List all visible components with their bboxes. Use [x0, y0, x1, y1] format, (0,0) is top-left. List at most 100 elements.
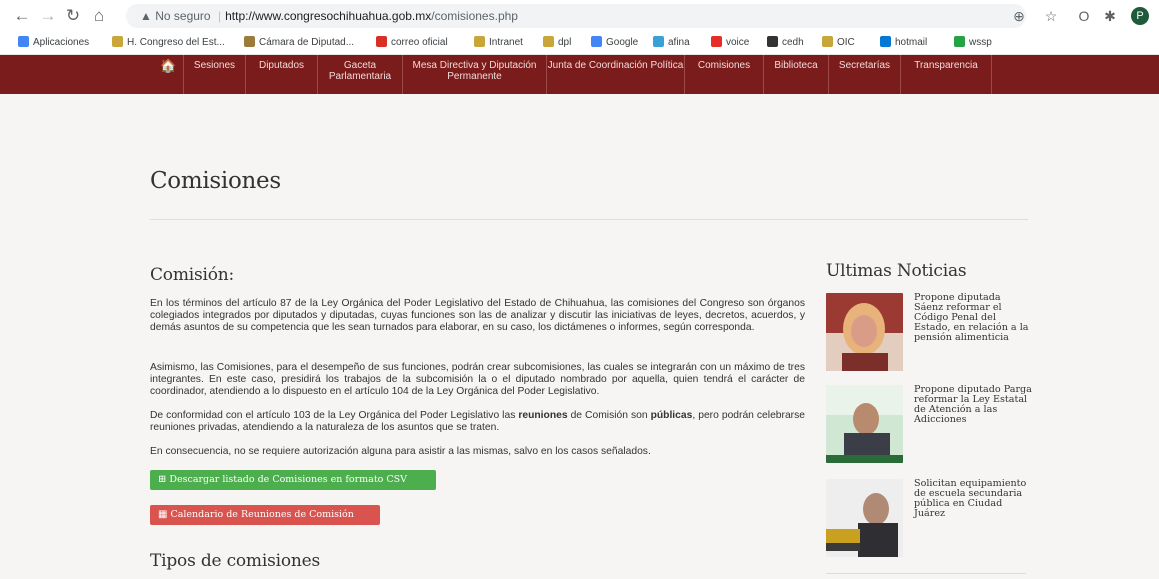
- nav-label: Transparencia: [914, 60, 978, 71]
- bookmark-cedh[interactable]: cedh: [767, 36, 804, 50]
- security-label: No seguro: [155, 9, 211, 23]
- dpl-seal-icon: [543, 36, 554, 47]
- bookmark-label: Intranet: [489, 37, 523, 48]
- calendar-label: Calendario de Reuniones de Comisión: [170, 509, 354, 520]
- bookmark-camara[interactable]: Cámara de Diputad...: [244, 36, 354, 50]
- paragraph-3: De conformidad con el artículo 103 de la…: [150, 410, 805, 434]
- oic-seal-icon: [822, 36, 833, 47]
- youtube-icon: [711, 36, 722, 47]
- apps-icon: [18, 36, 29, 47]
- news-heading: Ultimas Noticias: [826, 261, 967, 281]
- news-title[interactable]: Propone diputado Parga reformar la Ley E…: [914, 385, 1032, 425]
- nav-item-comisiones[interactable]: Comisiones: [684, 55, 763, 94]
- nav-label: Biblioteca: [774, 60, 818, 71]
- nav-label: Comisiones: [697, 60, 751, 71]
- reload-icon[interactable]: ↻: [63, 6, 83, 26]
- sitemap-icon: ⊞: [158, 474, 167, 485]
- bookmark-intranet[interactable]: Intranet: [474, 36, 523, 50]
- nav-item-transparencia[interactable]: Transparencia: [900, 55, 992, 94]
- nav-item-diputados[interactable]: Diputados: [245, 55, 317, 94]
- nav-item-secretarias[interactable]: Secretarías: [828, 55, 900, 94]
- back-arrow-icon[interactable]: ←: [12, 6, 32, 26]
- page-title: Comisiones: [150, 168, 281, 194]
- nav-label: Junta de Coordinación Política: [547, 60, 684, 71]
- profile-avatar[interactable]: P: [1131, 7, 1149, 25]
- news-thumbnail[interactable]: [826, 293, 903, 371]
- download-csv-label: Descargar listado de Comisiones en forma…: [169, 474, 408, 485]
- paragraph-3-bold: reuniones: [518, 410, 568, 421]
- bookmark-label: wssp: [969, 37, 992, 48]
- url-path: /comisiones.php: [431, 9, 518, 23]
- cedh-icon: [767, 36, 778, 47]
- url-text[interactable]: | http://www.congresochihuahua.gob.mx/com…: [218, 8, 518, 24]
- news-title[interactable]: Propone diputada Sáenz reformar el Códig…: [914, 293, 1032, 343]
- bookmark-label: cedh: [782, 37, 804, 48]
- bookmark-label: OIC: [837, 37, 855, 48]
- news-divider: [826, 573, 1026, 574]
- nav-label: Mesa Directiva y Diputación Permanente: [412, 60, 537, 82]
- bookmark-label: afina: [668, 37, 690, 48]
- nav-item-sesiones[interactable]: Sesiones: [183, 55, 245, 94]
- home-icon[interactable]: ⌂: [89, 6, 109, 26]
- nav-item-mesa-directiva[interactable]: Mesa Directiva y Diputación Permanente: [402, 55, 546, 94]
- paragraph-2: Asimismo, las Comisiones, para el desemp…: [150, 362, 805, 397]
- bookmark-dpl[interactable]: dpl: [543, 36, 571, 50]
- camara-seal-icon: [244, 36, 255, 47]
- paragraph-3-bold: públicas: [650, 410, 693, 421]
- extensions-icon[interactable]: ✱: [1102, 8, 1118, 24]
- bookmark-wssp[interactable]: wssp: [954, 36, 992, 50]
- bookmarks-bar: Aplicaciones H. Congreso del Est... Cáma…: [0, 32, 1159, 55]
- site-navigation: 🏠 Sesiones Diputados Gaceta Parlamentari…: [0, 55, 1159, 94]
- section-heading: Comisión:: [150, 265, 235, 285]
- paragraph-1: En los términos del artículo 87 de la Le…: [150, 298, 805, 333]
- afina-icon: [653, 36, 664, 47]
- title-divider: [150, 219, 1028, 220]
- nav-label: Sesiones: [193, 60, 236, 71]
- bookmark-label: Aplicaciones: [33, 37, 90, 48]
- bookmark-label: Google: [606, 37, 639, 48]
- download-csv-button[interactable]: ⊞ Descargar listado de Comisiones en form…: [150, 470, 436, 490]
- bookmark-label: dpl: [558, 37, 572, 48]
- news-thumbnail[interactable]: [826, 479, 903, 557]
- nav-item-junta[interactable]: Junta de Coordinación Política: [546, 55, 684, 94]
- x-icon: [376, 36, 387, 47]
- bookmark-google[interactable]: Google: [591, 36, 638, 50]
- bookmark-label: voice: [726, 37, 750, 48]
- bookmark-voice[interactable]: voice: [711, 36, 749, 50]
- home-nav-icon[interactable]: 🏠: [160, 58, 176, 74]
- whatsapp-icon: [954, 36, 965, 47]
- nav-label: Diputados: [258, 60, 305, 71]
- calendar-button[interactable]: ▦ Calendario de Reuniones de Comisión: [150, 505, 380, 525]
- zoom-icon[interactable]: ⊕: [1011, 8, 1027, 24]
- security-indicator[interactable]: ▲ No seguro: [140, 8, 211, 24]
- bookmark-oic[interactable]: OIC: [822, 36, 855, 50]
- nav-item-biblioteca[interactable]: Biblioteca: [763, 55, 828, 94]
- calendar-icon: ▦: [158, 509, 168, 520]
- google-icon: [591, 36, 602, 47]
- congreso-seal-icon: [112, 36, 123, 47]
- warning-icon: ▲: [140, 9, 152, 23]
- forward-arrow-icon[interactable]: →: [38, 6, 58, 26]
- news-title[interactable]: Solicitan equipamiento de escuela secund…: [914, 479, 1032, 519]
- url-separator: |: [218, 9, 222, 23]
- bookmark-hotmail[interactable]: hotmail: [880, 36, 927, 50]
- bookmark-label: correo oficial: [391, 37, 448, 48]
- paragraph-3-text: de Comisión son: [567, 410, 651, 421]
- paragraph-4: En consecuencia, no se requiere autoriza…: [150, 446, 651, 457]
- nav-item-gaceta[interactable]: Gaceta Parlamentaria: [317, 55, 402, 94]
- intranet-seal-icon: [474, 36, 485, 47]
- bookmark-afina[interactable]: afina: [653, 36, 690, 50]
- opera-icon[interactable]: O: [1076, 8, 1092, 24]
- news-thumbnail[interactable]: [826, 385, 903, 463]
- outlook-icon: [880, 36, 891, 47]
- bookmark-label: H. Congreso del Est...: [127, 37, 225, 48]
- browser-toolbar: ← → ↻ ⌂ ▲ No seguro | http://www.congreso…: [0, 0, 1159, 32]
- bookmark-aplicaciones[interactable]: Aplicaciones: [18, 36, 89, 50]
- star-icon[interactable]: ☆: [1043, 8, 1059, 24]
- url-host: http://www.congresochihuahua.gob.mx: [225, 9, 432, 23]
- bookmark-label: hotmail: [895, 37, 928, 48]
- bookmark-congreso[interactable]: H. Congreso del Est...: [112, 36, 225, 50]
- paragraph-3-text: De conformidad con el artículo 103 de la…: [150, 410, 519, 421]
- bookmark-correo[interactable]: correo oficial: [376, 36, 448, 50]
- bookmark-label: Cámara de Diputad...: [259, 37, 355, 48]
